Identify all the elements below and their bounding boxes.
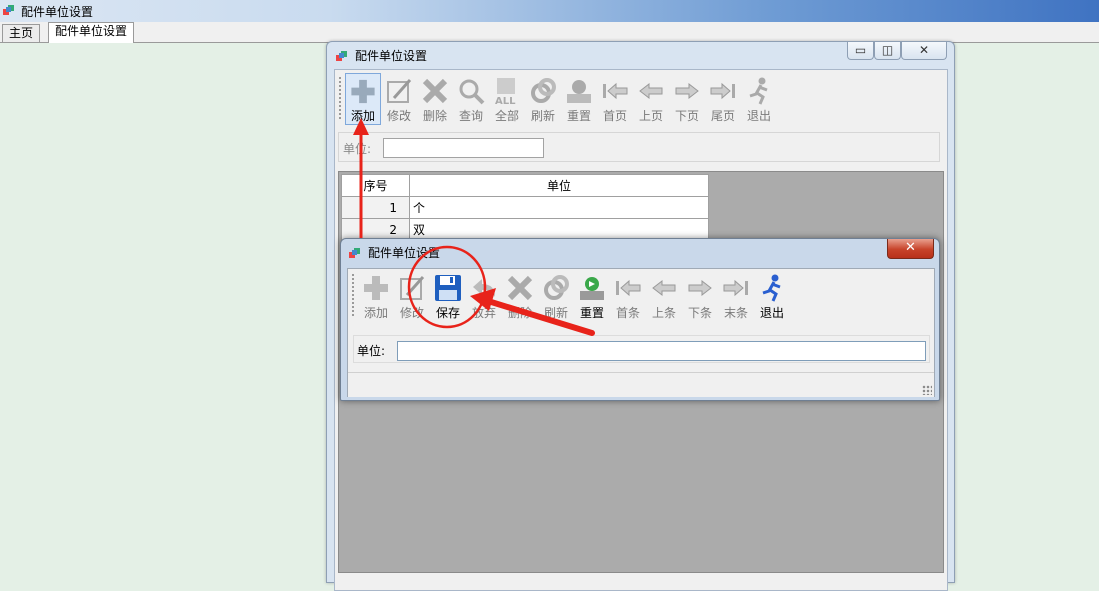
exit-button[interactable]: 退出 [754,270,790,322]
add-icon [351,79,375,104]
first-record-button[interactable]: 首条 [610,270,646,322]
refresh-button[interactable]: 刷新 [525,73,561,125]
next-record-button[interactable]: 下条 [682,270,718,322]
exit-icon [749,77,768,105]
row-unit[interactable]: 个 [409,196,709,219]
edit-icon [400,276,425,300]
add-button[interactable]: 添加 [345,73,381,125]
search-icon [459,79,485,105]
dialog-toolbar: 添加 修改 保存 放弃 删除 刷新 重置 首条 上条 下条 末条 退出 [350,270,790,322]
delete-icon [422,78,448,104]
row-index: 1 [341,196,410,219]
restore-icon[interactable]: ◫ [874,42,901,60]
add-button[interactable]: 添加 [358,270,394,322]
reset-icon [567,80,591,103]
refresh-icon [531,78,556,103]
window-icon [336,51,347,61]
window-title: 配件单位设置 [355,49,428,63]
dialog-icon [349,248,360,258]
undo-icon [473,279,495,297]
delete-button[interactable]: 删除 [417,73,453,125]
status-bar [348,372,934,397]
last-page-icon [710,82,735,100]
reset-icon [580,277,604,300]
edit-button[interactable]: 修改 [381,73,417,125]
tab-home[interactable]: 主页 [2,24,41,42]
reset-button[interactable]: 重置 [561,73,597,125]
unit-edit-dialog: 配件单位设置 ✕ 添加 修改 保存 放弃 删除 刷新 重置 首条 上条 下条 末… [340,238,940,401]
next-page-button[interactable]: 下页 [669,73,705,125]
unit-field-row: 单位: [353,335,930,363]
column-header-index[interactable]: 序号 [341,174,410,197]
first-page-button[interactable]: 首页 [597,73,633,125]
edit-button[interactable]: 修改 [394,270,430,322]
delete-icon [507,275,533,301]
size-grip-icon[interactable] [922,385,932,395]
filter-row: 单位: [338,132,940,162]
toolbar-grip[interactable] [352,274,356,318]
unit-table: 序号 单位 1 个 2 双 [341,174,709,241]
save-button[interactable]: 保存 [430,270,466,322]
dialog-title: 配件单位设置 [368,246,441,260]
next-record-icon [688,279,712,297]
all-icon: ALL [495,78,516,106]
last-record-button[interactable]: 末条 [718,270,754,322]
unit-filter-input[interactable] [383,138,544,158]
all-button[interactable]: ALL 全部 [489,73,525,125]
edit-icon [387,79,412,103]
prev-record-icon [652,279,676,297]
exit-button[interactable]: 退出 [741,73,777,125]
app-icon [3,5,14,15]
unit-field-input[interactable] [397,341,926,361]
delete-button[interactable]: 删除 [502,270,538,322]
first-page-icon [603,82,628,100]
tab-unit-settings[interactable]: 配件单位设置 [48,22,135,43]
prev-page-button[interactable]: 上页 [633,73,669,125]
tab-strip: 主页 配件单位设置 [0,22,1099,43]
exit-icon [762,274,781,302]
svg-text:ALL: ALL [495,96,516,106]
refresh-icon [544,275,569,300]
table-row[interactable]: 1 个 [341,196,709,219]
last-page-button[interactable]: 尾页 [705,73,741,125]
dialog-client: 添加 修改 保存 放弃 删除 刷新 重置 首条 上条 下条 末条 退出 单位: [347,268,935,397]
filter-label: 单位: [343,142,372,156]
save-icon [435,275,461,301]
refresh-button[interactable]: 刷新 [538,270,574,322]
app-titlebar: 配件单位设置 [0,0,1099,22]
close-icon[interactable]: ✕ [887,239,934,259]
last-record-icon [723,279,748,297]
next-page-icon [675,82,699,100]
app-title: 配件单位设置 [21,5,94,19]
undo-button[interactable]: 放弃 [466,270,502,322]
reset-button[interactable]: 重置 [574,270,610,322]
first-record-icon [616,279,641,297]
prev-page-icon [639,82,663,100]
query-button[interactable]: 查询 [453,73,489,125]
main-toolbar: 添加 修改 删除 查询 ALL 全部 刷新 重置 首页 上页 下页 尾页 退出 [337,73,777,125]
prev-record-button[interactable]: 上条 [646,270,682,322]
close-icon[interactable]: ✕ [901,42,947,60]
table-header-row: 序号 单位 [341,174,709,197]
column-header-unit[interactable]: 单位 [409,174,709,197]
toolbar-grip[interactable] [339,77,343,121]
add-icon [364,276,388,300]
minimize-icon[interactable]: ▭ [847,42,874,60]
unit-field-label: 单位: [357,344,386,358]
